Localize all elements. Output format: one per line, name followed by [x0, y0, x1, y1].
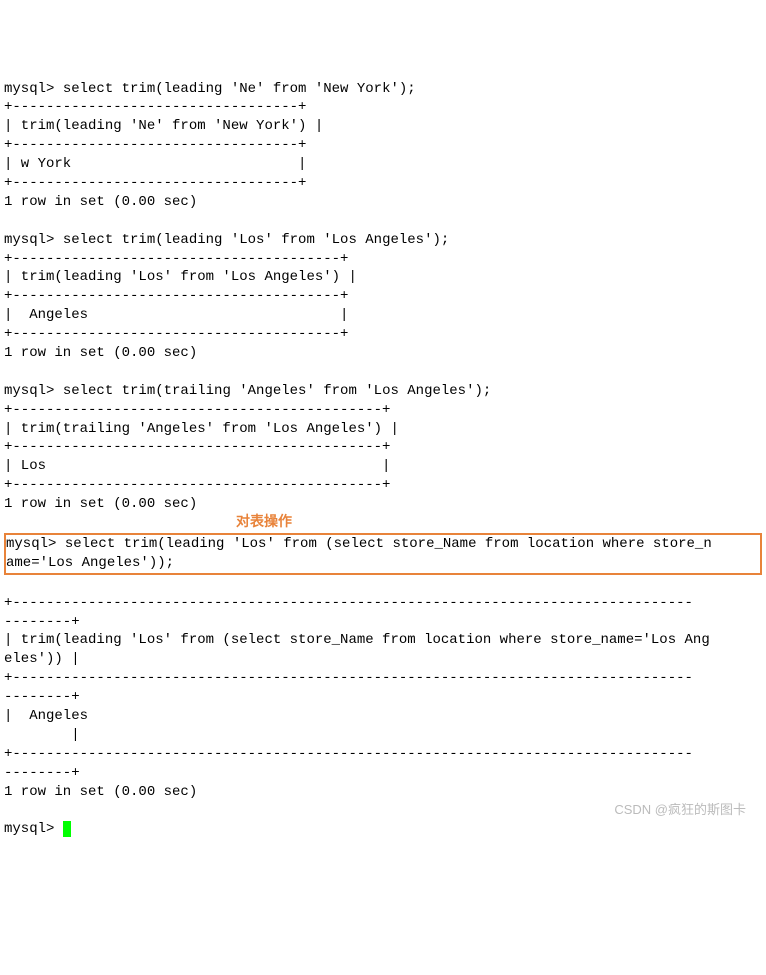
- mysql-prompt: mysql>: [4, 81, 63, 97]
- sql-query-1: select trim(leading 'Ne' from 'New York'…: [63, 81, 416, 97]
- mysql-prompt: mysql>: [4, 232, 63, 248]
- table-row: | Angeles: [4, 708, 710, 724]
- table-border: +---------------------------------------…: [4, 477, 390, 493]
- table-row: |: [4, 727, 80, 743]
- mysql-prompt: mysql>: [4, 383, 63, 399]
- sql-query-4-line2: ame='Los Angeles'));: [6, 555, 174, 571]
- table-header: | trim(leading 'Los' from (select store_…: [4, 632, 710, 648]
- table-border: --------+: [4, 614, 80, 630]
- table-row: | w York |: [4, 156, 306, 172]
- table-border: +---------------------------------------…: [4, 288, 348, 304]
- sql-query-4-line1: select trim(leading 'Los' from (select s…: [65, 536, 712, 552]
- highlighted-query: mysql> select trim(leading 'Los' from (s…: [4, 533, 762, 575]
- mysql-prompt: mysql>: [6, 536, 65, 552]
- table-header: | trim(leading 'Los' from 'Los Angeles')…: [4, 269, 357, 285]
- table-border: +---------------------------------------…: [4, 595, 693, 611]
- table-row: | Los |: [4, 458, 390, 474]
- table-border: +---------------------------------------…: [4, 251, 348, 267]
- table-border: +---------------------------------------…: [4, 326, 348, 342]
- table-border: +---------------------------------------…: [4, 439, 390, 455]
- csdn-watermark: CSDN @疯狂的斯图卡: [614, 801, 746, 819]
- table-row: | Angeles |: [4, 307, 348, 323]
- sql-query-3: select trim(trailing 'Angeles' from 'Los…: [63, 383, 491, 399]
- table-border: +---------------------------------------…: [4, 402, 390, 418]
- table-border: +---------------------------------------…: [4, 670, 693, 686]
- sql-query-2: select trim(leading 'Los' from 'Los Ange…: [63, 232, 449, 248]
- table-border: --------+: [4, 765, 80, 781]
- table-border: +----------------------------------+: [4, 175, 306, 191]
- terminal-output: mysql> select trim(leading 'Ne' from 'Ne…: [4, 80, 762, 840]
- result-footer: 1 row in set (0.00 sec): [4, 784, 197, 800]
- table-header: | trim(trailing 'Angeles' from 'Los Ange…: [4, 421, 399, 437]
- table-border: +---------------------------------------…: [4, 746, 693, 762]
- annotation-label: 对表操作: [236, 515, 292, 531]
- table-header: | trim(leading 'Ne' from 'New York') |: [4, 118, 323, 134]
- result-footer: 1 row in set (0.00 sec): [4, 345, 197, 361]
- table-header: eles')) |: [4, 651, 80, 667]
- table-border: +----------------------------------+: [4, 99, 306, 115]
- table-border: +----------------------------------+: [4, 137, 306, 153]
- result-footer: 1 row in set (0.00 sec): [4, 496, 197, 512]
- result-footer: 1 row in set (0.00 sec): [4, 194, 197, 210]
- table-border: --------+: [4, 689, 80, 705]
